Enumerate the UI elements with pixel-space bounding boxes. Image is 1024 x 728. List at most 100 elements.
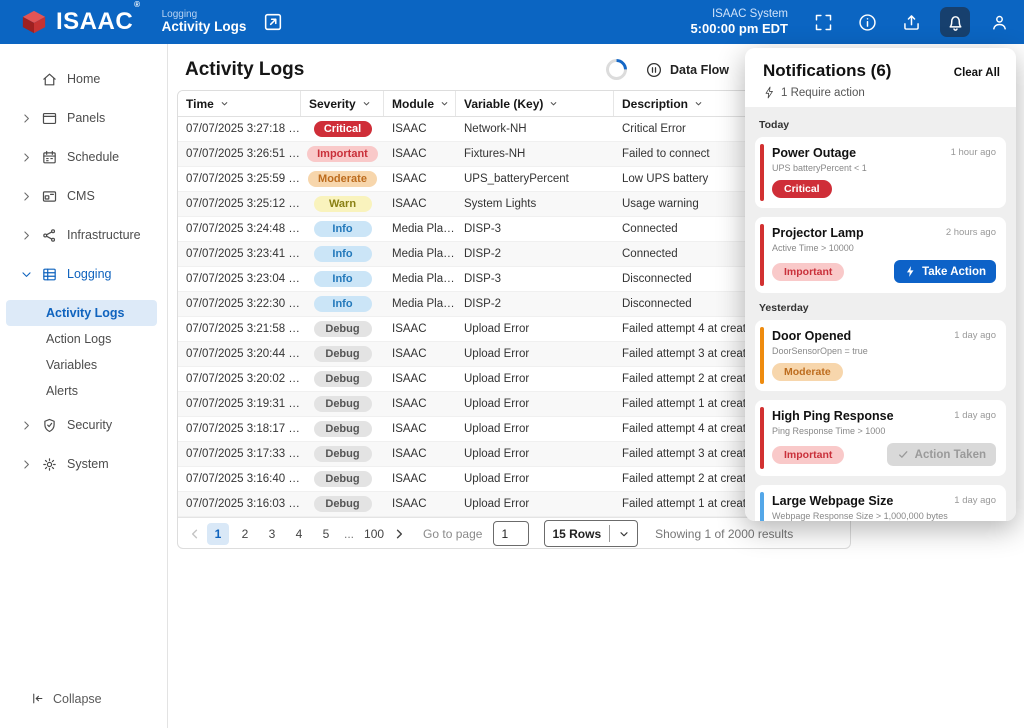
severity-badge: Critical xyxy=(772,180,832,198)
cell-module: ISAAC xyxy=(384,123,456,135)
sidebar-item-action-logs[interactable]: Action Logs xyxy=(6,326,157,352)
rows-per-page-value: 15 Rows xyxy=(552,527,601,541)
cell-time: 07/07/2025 3:17:33 PM xyxy=(178,448,301,460)
notifications-list: TodayPower Outage1 hour agoUPS batteryPe… xyxy=(745,107,1016,521)
notification-card-top: High Ping Response1 day ago xyxy=(772,409,996,423)
sidebar-item-logging[interactable]: Logging xyxy=(0,261,167,287)
sidebar: Home Panels Schedule CMS Infrastructure Loggi… xyxy=(0,44,168,728)
notification-title: Large Webpage Size xyxy=(772,494,893,508)
cell-module: ISAAC xyxy=(384,148,456,160)
cell-time: 07/07/2025 3:22:30 PM xyxy=(178,298,301,310)
cell-time: 07/07/2025 3:23:04 PM xyxy=(178,273,301,285)
sidebar-item-home[interactable]: Home xyxy=(0,66,167,92)
sidebar-item-variables[interactable]: Variables xyxy=(6,352,157,378)
notification-card[interactable]: Door Opened1 day agoDoorSensorOpen = tru… xyxy=(755,320,1006,391)
sidebar-item-infrastructure[interactable]: Infrastructure xyxy=(0,222,167,248)
sidebar-item-cms[interactable]: CMS xyxy=(0,183,167,209)
cell-module: ISAAC xyxy=(384,423,456,435)
notification-title: High Ping Response xyxy=(772,409,894,423)
sort-chevron-icon xyxy=(219,98,230,109)
cell-time: 07/07/2025 3:25:59 PM xyxy=(178,173,301,185)
page-button-1[interactable]: 1 xyxy=(207,523,229,545)
goto-page-input[interactable] xyxy=(493,521,529,546)
severity-badge: Debug xyxy=(314,421,372,437)
sidebar-item-schedule[interactable]: Schedule xyxy=(0,144,167,170)
notification-section-label: Yesterday xyxy=(759,302,1002,314)
cell-severity: Important xyxy=(301,146,384,162)
fullscreen-button[interactable] xyxy=(808,7,838,37)
cell-module: ISAAC xyxy=(384,198,456,210)
bolt-icon xyxy=(763,86,776,99)
sidebar-item-activity-logs[interactable]: Activity Logs xyxy=(6,300,157,326)
column-header-variable-key-[interactable]: Variable (Key) xyxy=(456,91,614,116)
collapse-icon xyxy=(30,691,45,706)
sidebar-item-label: Panels xyxy=(67,111,105,125)
clear-all-button[interactable]: Clear All xyxy=(954,67,1000,79)
cell-time: 07/07/2025 3:20:02 PM xyxy=(178,373,301,385)
rows-per-page-select[interactable]: 15 Rows xyxy=(544,520,638,547)
page-button-100[interactable]: 100 xyxy=(361,523,387,545)
severity-badge: Debug xyxy=(314,346,372,362)
require-action-row: 1 Require action xyxy=(763,86,1000,99)
sort-chevron-icon xyxy=(361,98,372,109)
severity-badge: Info xyxy=(314,271,372,287)
cell-severity: Debug xyxy=(301,346,384,362)
sidebar-item-panels[interactable]: Panels xyxy=(0,105,167,131)
notification-card[interactable]: Large Webpage Size1 day agoWebpage Respo… xyxy=(755,485,1006,521)
cell-module: ISAAC xyxy=(384,173,456,185)
notifications-button[interactable] xyxy=(940,7,970,37)
notification-card[interactable]: Projector Lamp2 hours ago Active Time > 1… xyxy=(755,217,1006,293)
sidebar-collapse-button[interactable]: Collapse xyxy=(30,691,102,706)
next-page-icon[interactable] xyxy=(392,527,406,541)
prev-page-icon[interactable] xyxy=(188,527,202,541)
open-external-icon[interactable] xyxy=(262,11,284,33)
cell-variable: Upload Error xyxy=(456,373,614,385)
notification-card[interactable]: Power Outage1 hour agoUPS batteryPercent… xyxy=(755,137,1006,208)
sidebar-item-label: Logging xyxy=(67,267,112,281)
severity-badge: Debug xyxy=(314,371,372,387)
sidebar-item-security[interactable]: Security xyxy=(0,412,167,438)
loading-spinner xyxy=(602,55,632,85)
chevron-right-icon xyxy=(20,151,33,164)
column-header-label: Severity xyxy=(309,97,356,111)
account-button[interactable] xyxy=(984,7,1014,37)
page-button-2[interactable]: 2 xyxy=(234,523,256,545)
cell-time: 07/07/2025 3:16:40 PM xyxy=(178,473,301,485)
page-button-5[interactable]: 5 xyxy=(315,523,337,545)
notification-card-bottom: Moderate xyxy=(772,363,996,381)
sidebar-item-label: Schedule xyxy=(67,150,119,164)
notification-card-bottom: ImportantAction Taken xyxy=(772,443,996,466)
sidebar-item-alerts[interactable]: Alerts xyxy=(6,378,157,404)
notification-condition: Active Time > 10000 xyxy=(772,243,996,253)
cell-severity: Debug xyxy=(301,396,384,412)
column-header-label: Time xyxy=(186,97,214,111)
notification-card-top: Door Opened1 day ago xyxy=(772,329,996,343)
sidebar-item-label: Home xyxy=(67,72,100,86)
sidebar-item-system[interactable]: System xyxy=(0,451,167,477)
cell-variable: DISP-3 xyxy=(456,223,614,235)
info-button[interactable] xyxy=(852,7,882,37)
sidebar-item-label: CMS xyxy=(67,189,95,203)
notifications-title: Notifications (6) xyxy=(763,61,891,81)
notification-card[interactable]: High Ping Response1 day agoPing Response… xyxy=(755,400,1006,476)
notification-timestamp: 1 hour ago xyxy=(951,147,996,158)
upload-button[interactable] xyxy=(896,7,926,37)
cell-variable: Upload Error xyxy=(456,323,614,335)
severity-badge: Info xyxy=(314,296,372,312)
page-button-4[interactable]: 4 xyxy=(288,523,310,545)
system-time: 5:00:00 pm EDT xyxy=(690,21,788,37)
cell-variable: Upload Error xyxy=(456,348,614,360)
brand-name: ISAAC® xyxy=(56,8,140,36)
column-header-time[interactable]: Time xyxy=(178,91,301,116)
take-action-button[interactable]: Take Action xyxy=(894,260,996,283)
page-button-3[interactable]: 3 xyxy=(261,523,283,545)
cell-severity: Critical xyxy=(301,121,384,137)
cell-severity: Warn xyxy=(301,196,384,212)
column-header-severity[interactable]: Severity xyxy=(301,91,384,116)
data-flow-toggle[interactable]: Data Flow xyxy=(645,61,729,79)
column-header-module[interactable]: Module xyxy=(384,91,456,116)
app-root: ISAAC® Logging Activity Logs ISAAC Syste… xyxy=(0,0,1024,728)
brand: ISAAC® xyxy=(0,8,140,36)
severity-badge: Debug xyxy=(314,446,372,462)
notification-card-top: Projector Lamp2 hours ago xyxy=(772,226,996,240)
